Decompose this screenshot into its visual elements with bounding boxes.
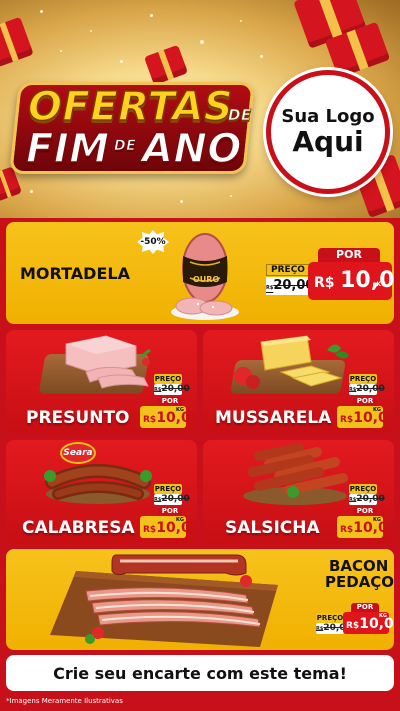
mortadela-image	[171, 233, 239, 320]
por-label: POR	[351, 603, 379, 612]
new-price: R$10,00 KG	[337, 516, 394, 538]
logo-text-line2: Aqui	[292, 124, 364, 158]
new-price: R$10,00 KG	[337, 406, 394, 428]
product-name: PRESUNTO	[26, 408, 130, 428]
brand-label-ouro: OURO	[193, 275, 220, 284]
store-logo-placeholder: Sua Logo Aqui	[266, 70, 390, 194]
currency: R$	[314, 275, 335, 291]
unit-kg: KG	[176, 517, 184, 523]
old-price-value: 20,00	[356, 384, 385, 394]
preco-label: PREÇO	[154, 484, 182, 494]
salsicha-image	[243, 443, 348, 505]
old-price: R$20,00	[349, 494, 385, 505]
firework-spark	[120, 60, 123, 63]
product-name: MORTADELA	[20, 264, 130, 283]
seara-brand-logo: Seara	[60, 442, 96, 464]
old-price-value: 20,00	[356, 494, 385, 504]
featured-product-card: MORTADELA OURO -50% PREÇO R$20,00 POR R$…	[6, 222, 394, 324]
discount-badge: -50%	[137, 230, 169, 254]
firework-spark	[260, 55, 263, 58]
product-card-mussarela: MUSSARELA PREÇO R$20,00 POR R$10,00 KG	[203, 330, 394, 434]
new-price-value: 10,00	[359, 616, 394, 632]
title-de: DE	[228, 106, 252, 125]
preco-label: PREÇO	[316, 613, 344, 623]
old-price-value: 20,00	[161, 384, 190, 394]
firework-spark	[30, 190, 33, 193]
product-name: MUSSARELA	[215, 408, 332, 428]
currency: R$	[143, 415, 157, 425]
old-price: R$20,00	[154, 384, 190, 395]
unit-kg: KG	[379, 613, 387, 619]
unit-kg: KG	[376, 281, 386, 288]
bacon-image	[50, 554, 278, 647]
preco-label: PREÇO	[349, 484, 377, 494]
old-price-value: 20,00	[161, 494, 190, 504]
unit-kg: KG	[176, 407, 184, 413]
product-card-presunto: PRESUNTO PREÇO R$20,00 POR R$10,00 KG	[6, 330, 197, 434]
calabresa-image	[44, 464, 152, 504]
por-label: POR	[318, 248, 380, 262]
unit-kg: KG	[373, 517, 381, 523]
product-name: SALSICHA	[225, 518, 320, 538]
firework-spark	[240, 20, 242, 22]
new-price: R$10,00 KG	[140, 516, 197, 538]
firework-spark	[180, 200, 183, 203]
product-card-bacon: BACON PEDAÇO PREÇO R$20,00 POR R$10,00 K…	[6, 549, 394, 650]
logo-text-line1: Sua Logo	[281, 105, 375, 127]
new-price: R$10,00 KG	[343, 612, 394, 634]
firework-spark	[150, 14, 153, 17]
gift-box-decoration	[143, 44, 189, 86]
title-fim: FIM	[25, 125, 110, 173]
disclaimer-text: *Imagens Meramente Ilustrativas	[6, 697, 123, 705]
new-price: R$10,00 KG	[140, 406, 197, 428]
firework-spark	[40, 10, 43, 13]
currency: R$	[143, 525, 157, 535]
firework-spark	[90, 30, 92, 32]
old-price: R$20,00	[266, 277, 314, 295]
product-card-salsicha: SALSICHA PREÇO R$20,00 POR R$10,00 KG	[203, 440, 394, 544]
mussarela-image	[234, 335, 349, 389]
title-ano: ANO	[141, 125, 242, 173]
presunto-image	[65, 335, 151, 389]
header-banner: OFERTAS DE FIM DE ANO Sua Logo Aqui	[0, 0, 400, 218]
campaign-title: OFERTAS DE FIM DE ANO	[9, 82, 255, 176]
gift-box-decoration	[0, 16, 34, 68]
cta-banner[interactable]: Crie seu encarte com este tema!	[6, 655, 394, 691]
currency: R$	[346, 621, 360, 631]
new-price: R$ 10,00 KG	[308, 262, 394, 300]
old-price: R$20,00	[316, 623, 352, 634]
currency: R$	[340, 415, 354, 425]
old-price: R$20,00	[349, 384, 385, 395]
firework-spark	[230, 195, 232, 197]
product-name: CALABRESA	[22, 518, 135, 538]
currency: R$	[340, 525, 354, 535]
title-de-small: DE	[114, 138, 137, 155]
firework-spark	[60, 50, 62, 52]
product-card-calabresa: Seara CALABRESA PREÇO R$20,00 POR R$10,0…	[6, 440, 197, 544]
preco-label: PREÇO	[266, 264, 310, 276]
product-name-line2: PEDAÇO	[325, 573, 394, 591]
firework-spark	[200, 40, 204, 44]
preco-label: PREÇO	[349, 374, 377, 384]
old-price: R$20,00	[154, 494, 190, 505]
unit-kg: KG	[373, 407, 381, 413]
preco-label: PREÇO	[154, 374, 182, 384]
title-ofertas: OFERTAS	[27, 83, 234, 131]
